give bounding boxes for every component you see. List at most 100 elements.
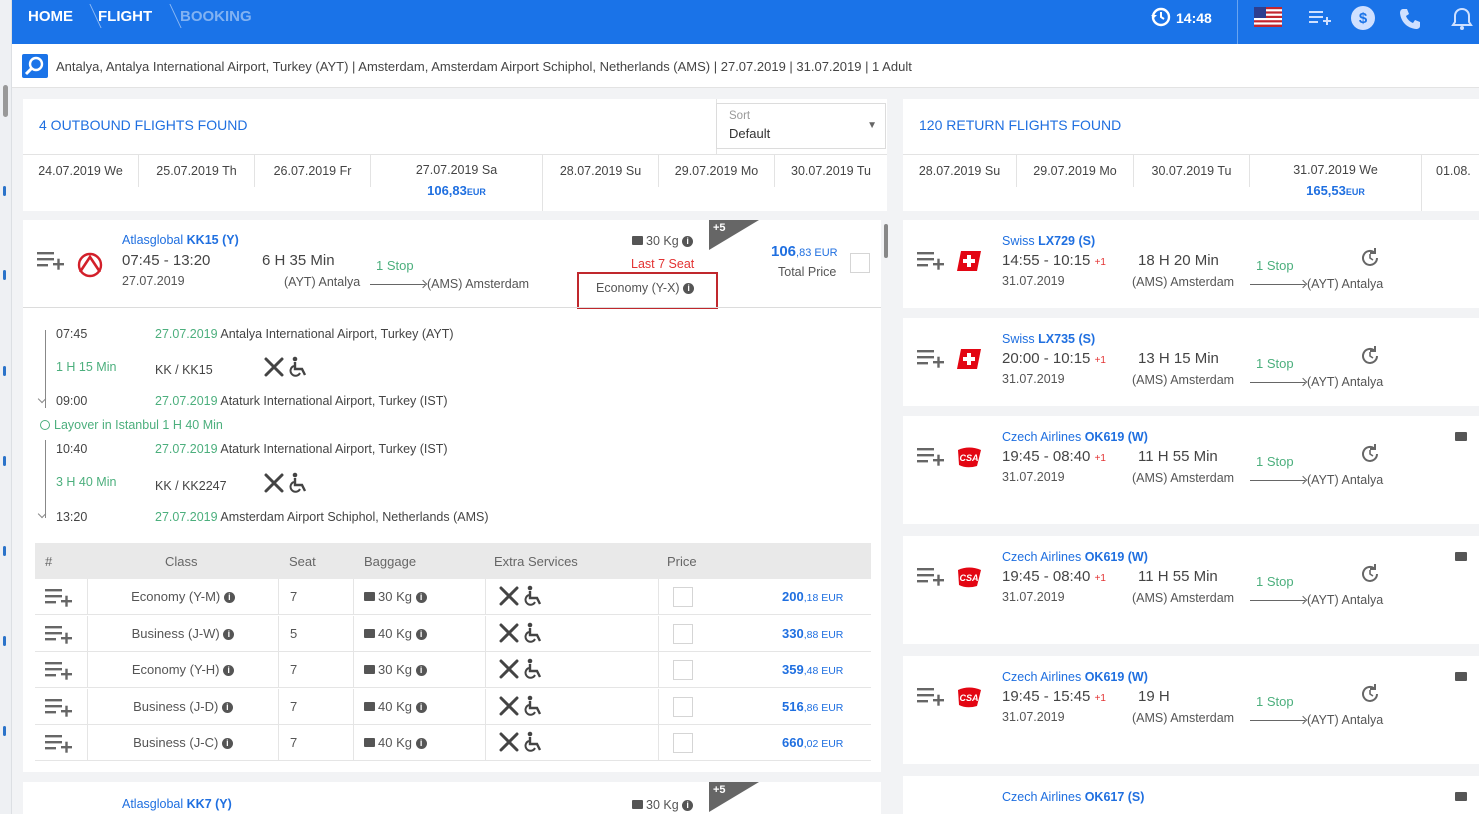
refresh-clock-icon[interactable] (1359, 443, 1381, 468)
more-fares-badge[interactable]: +5 (709, 782, 759, 812)
info-icon[interactable]: i (415, 738, 427, 749)
flight-origin: (AMS) Amsterdam (1132, 711, 1235, 725)
select-fare-checkbox[interactable] (673, 660, 693, 680)
info-icon[interactable]: i (221, 701, 233, 713)
search-edit-icon[interactable] (22, 54, 48, 78)
baggage-icon (1455, 432, 1467, 441)
add-to-list-icon[interactable] (917, 348, 945, 371)
return-date-tab[interactable]: 30.07.2019 Tu (1134, 155, 1250, 187)
info-icon[interactable]: i (223, 592, 235, 603)
nav-home[interactable]: HOME (28, 0, 73, 44)
flight-baggage: 30 Kg i (632, 234, 694, 248)
flight-stops[interactable]: 1 Stop (1256, 356, 1294, 371)
add-to-list-icon[interactable] (917, 686, 945, 709)
times-value: 19:45 - 15:45 (1002, 688, 1091, 705)
phone-icon[interactable] (1398, 7, 1422, 29)
swiss-logo-icon (955, 248, 983, 277)
select-fare-checkbox[interactable] (673, 733, 693, 753)
add-list-icon[interactable] (1309, 9, 1331, 31)
flight-airline-code[interactable]: Swiss LX735 (S) (1002, 332, 1095, 346)
flight-airline-code[interactable]: Swiss LX729 (S) (1002, 234, 1095, 248)
flight-airline-code[interactable]: Czech Airlines OK619 (W) (1002, 550, 1148, 564)
flight-airline-code[interactable]: Czech Airlines OK619 (W) (1002, 670, 1148, 684)
info-icon[interactable]: i (415, 628, 427, 640)
col-header: # (45, 554, 53, 569)
return-date-tab[interactable]: 01.08. (1422, 155, 1479, 187)
return-date-tab[interactable]: 28.07.2019 Su (903, 155, 1017, 187)
wheelchair-icon (524, 658, 544, 683)
price-integer: 359 (782, 662, 804, 677)
outbound-date-tab[interactable]: 28.07.2019 Su (543, 155, 659, 187)
outbound-date-tab-selected[interactable]: 27.07.2019 Sa 106,83EUR (371, 155, 543, 211)
fare-row: Business (J-W) i 5 40 Kg i 330,88 EUR (35, 615, 871, 652)
price-integer: 516 (782, 698, 804, 714)
outbound-date-tab[interactable]: 25.07.2019 Th (139, 155, 255, 187)
add-fare-icon[interactable] (45, 616, 85, 652)
notification-bell-icon[interactable] (1450, 7, 1474, 30)
info-icon[interactable]: i (683, 283, 695, 294)
flight-airline-code[interactable]: Czech Airlines OK617 (S) (1002, 790, 1144, 804)
czech-airlines-logo-icon: CSA (955, 444, 983, 473)
select-flight-checkbox[interactable] (850, 253, 870, 273)
add-to-list-icon[interactable] (917, 446, 945, 469)
nav-flight[interactable]: FLIGHT (98, 0, 152, 44)
info-icon[interactable]: i (223, 665, 235, 676)
refresh-clock-icon[interactable] (1359, 683, 1381, 708)
badge-count: +5 (713, 784, 726, 796)
add-fare-icon[interactable] (45, 579, 85, 615)
us-flag-icon[interactable] (1254, 7, 1282, 29)
select-fare-checkbox[interactable] (673, 696, 693, 717)
search-summary-text: Antalya, Antalya International Airport, … (56, 59, 912, 74)
flight-airline-code[interactable]: Atlasglobal KK15 (Y) (122, 233, 239, 247)
outbound-date-tab[interactable]: 30.07.2019 Tu (775, 155, 887, 187)
info-icon[interactable]: i (221, 738, 233, 749)
refresh-clock-icon[interactable] (1359, 345, 1381, 370)
more-fares-badge[interactable]: +5 (709, 220, 759, 250)
outbound-date-tab[interactable]: 26.07.2019 Fr (255, 155, 371, 187)
add-fare-icon[interactable] (45, 689, 85, 725)
nav-booking[interactable]: BOOKING (180, 0, 252, 44)
baggage-icon (364, 701, 375, 711)
info-icon[interactable]: i (415, 592, 427, 603)
refresh-clock-icon[interactable] (1359, 247, 1381, 272)
sort-select[interactable]: Sort Default ▼ (716, 103, 886, 149)
info-icon[interactable]: i (682, 800, 694, 811)
select-fare-checkbox[interactable] (673, 587, 693, 607)
times-value: 19:45 - 08:40 (1002, 568, 1091, 585)
add-to-list-icon[interactable] (917, 566, 945, 589)
flight-date: 31.07.2019 (1002, 590, 1065, 604)
leg-arrival-time: 09:00 (56, 394, 88, 408)
price-integer: 660 (782, 735, 804, 750)
info-icon[interactable]: i (415, 665, 427, 676)
add-fare-icon[interactable] (45, 725, 85, 761)
flight-stops[interactable]: 1 Stop (376, 258, 414, 273)
leg-airport: Antalya International Airport, Turkey (A… (220, 327, 454, 341)
info-icon[interactable]: i (223, 628, 235, 640)
fare-class-highlight[interactable]: Economy (Y-X) i (577, 272, 718, 309)
outbound-date-tab[interactable]: 24.07.2019 We (23, 155, 139, 187)
info-icon[interactable]: i (415, 701, 427, 713)
add-fare-icon[interactable] (45, 652, 85, 688)
flight-stops[interactable]: 1 Stop (1256, 454, 1294, 469)
currency-dollar-icon[interactable]: $ (1351, 6, 1375, 30)
return-date-tab-selected[interactable]: 31.07.2019 We 165,53EUR (1250, 155, 1422, 211)
add-to-list-icon[interactable] (917, 250, 945, 273)
flight-stops[interactable]: 1 Stop (1256, 694, 1294, 709)
history-clock-icon[interactable] (1150, 6, 1172, 28)
info-icon[interactable]: i (682, 236, 694, 247)
add-to-list-icon[interactable] (37, 250, 65, 276)
next-day-marker: +1 (1094, 573, 1106, 584)
select-fare-checkbox[interactable] (673, 623, 693, 644)
leg-airport: Ataturk International Airport, Turkey (I… (220, 442, 448, 456)
flight-stops[interactable]: 1 Stop (1256, 574, 1294, 589)
flight-airline-code[interactable]: Atlasglobal KK7 (Y) (122, 797, 232, 811)
return-date-tab[interactable]: 29.07.2019 Mo (1017, 155, 1134, 187)
svg-text:CSA: CSA (959, 453, 978, 463)
outbound-date-tab[interactable]: 29.07.2019 Mo (659, 155, 775, 187)
leg-departure-time: 10:40 (56, 442, 88, 456)
flight-airline-code[interactable]: Czech Airlines OK619 (W) (1002, 430, 1148, 444)
flight-stops[interactable]: 1 Stop (1256, 258, 1294, 273)
route-arrow-icon (1250, 377, 1308, 387)
refresh-clock-icon[interactable] (1359, 563, 1381, 588)
outbound-scrollbar[interactable] (883, 220, 889, 814)
